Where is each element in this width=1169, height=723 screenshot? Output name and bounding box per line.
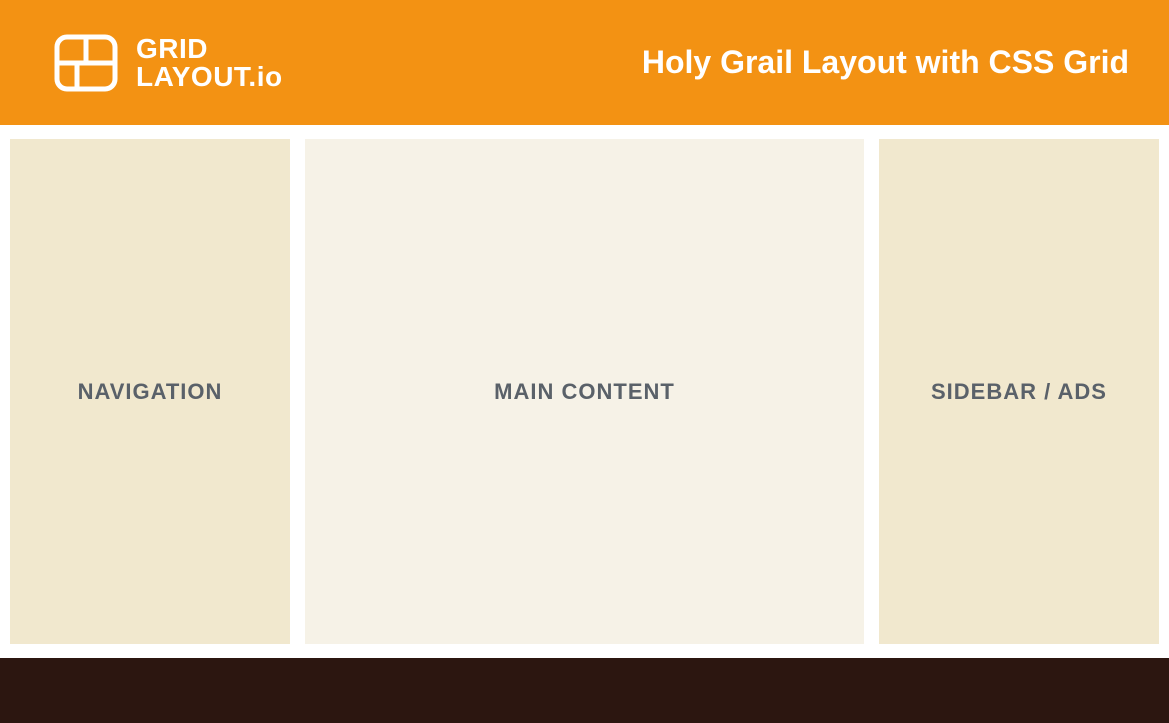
sidebar-panel: SIDEBAR / ADS [879, 139, 1159, 644]
header: GRID LAYOUT.io Holy Grail Layout with CS… [0, 0, 1169, 125]
brand: GRID LAYOUT.io [54, 34, 283, 92]
grid-logo-icon [54, 34, 118, 92]
brand-line-2: LAYOUT.io [136, 63, 283, 91]
brand-text: GRID LAYOUT.io [136, 35, 283, 91]
content-row: NAVIGATION MAIN CONTENT SIDEBAR / ADS [0, 139, 1169, 644]
brand-line-1: GRID [136, 35, 283, 63]
main-content-label: MAIN CONTENT [494, 379, 675, 405]
page-grid: GRID LAYOUT.io Holy Grail Layout with CS… [0, 0, 1169, 723]
footer [0, 658, 1169, 723]
main-content-panel: MAIN CONTENT [305, 139, 864, 644]
page-title: Holy Grail Layout with CSS Grid [642, 44, 1129, 81]
sidebar-label: SIDEBAR / ADS [931, 379, 1107, 405]
navigation-panel: NAVIGATION [10, 139, 290, 644]
navigation-label: NAVIGATION [78, 379, 223, 405]
